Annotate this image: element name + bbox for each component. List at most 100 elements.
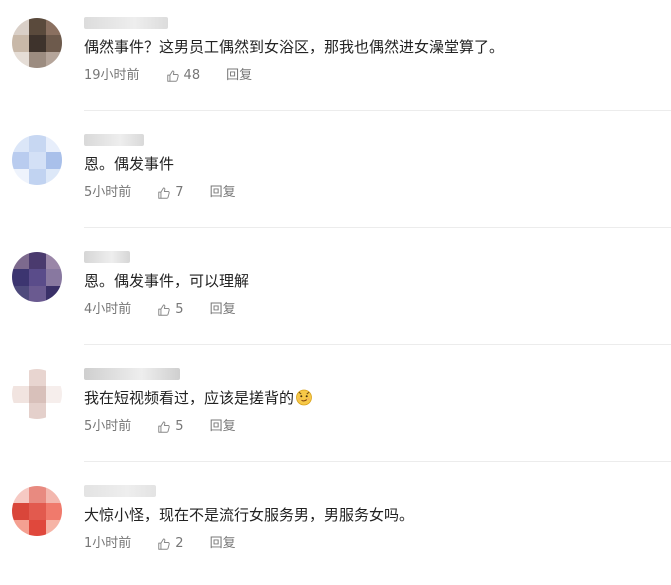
avatar-pixel <box>29 169 46 185</box>
avatar-pixel <box>46 486 62 503</box>
avatar-pixel <box>29 269 46 286</box>
avatar-pixel <box>29 135 46 152</box>
comment-item: 恩。偶发事件 5小时前 7 回复 <box>0 117 671 234</box>
comment-time: 4小时前 <box>84 302 132 317</box>
avatar-pixel <box>12 503 29 520</box>
username-blurred[interactable] <box>84 368 180 380</box>
avatar-pixel <box>46 35 62 52</box>
avatar-pixel <box>12 269 29 286</box>
thumbs-up-icon <box>157 537 173 551</box>
reply-button[interactable]: 回复 <box>226 67 252 85</box>
comment-time: 5小时前 <box>84 185 132 200</box>
avatar-pixel <box>46 52 62 68</box>
avatar-pixel <box>46 386 62 403</box>
smirk-face-emoji-icon <box>296 389 312 406</box>
comment-text: 大惊小怪，现在不是流行女服务男，男服务女吗。 <box>84 506 415 524</box>
reply-button[interactable]: 回复 <box>210 301 236 319</box>
thumbs-up-icon <box>157 303 173 317</box>
thumbs-up-icon <box>157 420 173 434</box>
avatar-pixel <box>46 520 62 536</box>
avatar-pixel <box>29 152 46 169</box>
comment-item: 恩。偶发事件，可以理解 4小时前 5 回复 <box>0 234 671 351</box>
like-button[interactable]: 48 <box>166 67 201 85</box>
avatar-pixel <box>29 520 46 536</box>
comment-meta: 4小时前 5 回复 <box>84 301 236 319</box>
avatar-pixel <box>29 403 46 419</box>
comment-meta: 1小时前 2 回复 <box>84 535 236 553</box>
like-count: 5 <box>175 419 184 434</box>
avatar-pixel <box>12 403 29 419</box>
divider <box>84 227 671 228</box>
username-blurred[interactable] <box>84 485 156 497</box>
comment-item: 偶然事件？这男员工偶然到女浴区，那我也偶然进女澡堂算了。 19小时前 48 回复 <box>0 0 671 117</box>
avatar[interactable] <box>12 135 62 185</box>
comment-item: 我在短视频看过，应该是搓背的 5小时前 5 回复 <box>0 351 671 468</box>
like-button[interactable]: 7 <box>157 184 184 202</box>
thumbs-up-icon <box>157 186 173 200</box>
divider <box>84 110 671 111</box>
avatar-pixel <box>29 18 46 35</box>
like-count: 5 <box>175 302 184 317</box>
avatar-pixel <box>29 35 46 52</box>
like-button[interactable]: 2 <box>157 535 184 553</box>
comment-text: 恩。偶发事件，可以理解 <box>84 272 250 290</box>
reply-button[interactable]: 回复 <box>210 418 236 436</box>
avatar[interactable] <box>12 369 62 419</box>
avatar-pixel <box>12 18 29 35</box>
avatar-pixel <box>46 503 62 520</box>
avatar-pixel <box>12 35 29 52</box>
comment-meta: 19小时前 48 回复 <box>84 67 252 85</box>
avatar[interactable] <box>12 18 62 68</box>
reply-button[interactable]: 回复 <box>210 184 236 202</box>
avatar-pixel <box>46 403 62 419</box>
avatar-pixel <box>46 18 62 35</box>
avatar-pixel <box>46 152 62 169</box>
avatar-pixel <box>46 286 62 302</box>
thumbs-up-icon <box>166 69 182 83</box>
avatar-pixel <box>29 52 46 68</box>
avatar-pixel <box>29 286 46 302</box>
avatar-pixel <box>46 369 62 386</box>
comment-meta: 5小时前 7 回复 <box>84 184 236 202</box>
avatar-pixel <box>46 169 62 185</box>
divider <box>84 344 671 345</box>
avatar-pixel <box>12 135 29 152</box>
comment-time: 5小时前 <box>84 419 132 434</box>
avatar-pixel <box>12 52 29 68</box>
avatar-pixel <box>12 152 29 169</box>
avatar-pixel <box>12 520 29 536</box>
comment-time: 1小时前 <box>84 536 132 551</box>
comment-time: 19小时前 <box>84 68 140 83</box>
avatar-pixel <box>29 386 46 403</box>
like-count: 7 <box>175 185 184 200</box>
avatar-pixel <box>46 252 62 269</box>
comment-text-content: 我在短视频看过，应该是搓背的 <box>84 389 295 407</box>
comment-text: 我在短视频看过，应该是搓背的 <box>84 387 313 409</box>
avatar-pixel <box>12 286 29 302</box>
like-button[interactable]: 5 <box>157 301 184 319</box>
comment-meta: 5小时前 5 回复 <box>84 418 236 436</box>
comment-item: 大惊小怪，现在不是流行女服务男，男服务女吗。 1小时前 2 回复 <box>0 468 671 585</box>
comment-list: 偶然事件？这男员工偶然到女浴区，那我也偶然进女澡堂算了。 19小时前 48 回复… <box>0 0 671 566</box>
avatar-pixel <box>29 369 46 386</box>
like-button[interactable]: 5 <box>157 418 184 436</box>
avatar-pixel <box>12 386 29 403</box>
reply-button[interactable]: 回复 <box>210 535 236 553</box>
avatar[interactable] <box>12 486 62 536</box>
avatar-pixel <box>12 169 29 185</box>
avatar-pixel <box>29 252 46 269</box>
like-count: 48 <box>183 68 201 83</box>
username-blurred[interactable] <box>84 17 168 29</box>
comment-text: 偶然事件？这男员工偶然到女浴区，那我也偶然进女澡堂算了。 <box>84 38 505 56</box>
avatar-pixel <box>12 252 29 269</box>
avatar-pixel <box>46 269 62 286</box>
comment-text: 恩。偶发事件 <box>84 155 175 173</box>
username-blurred[interactable] <box>84 251 130 263</box>
username-blurred[interactable] <box>84 134 144 146</box>
avatar-pixel <box>12 369 29 386</box>
avatar-pixel <box>46 135 62 152</box>
avatar-pixel <box>12 486 29 503</box>
avatar[interactable] <box>12 252 62 302</box>
like-count: 2 <box>175 536 184 551</box>
avatar-pixel <box>29 503 46 520</box>
